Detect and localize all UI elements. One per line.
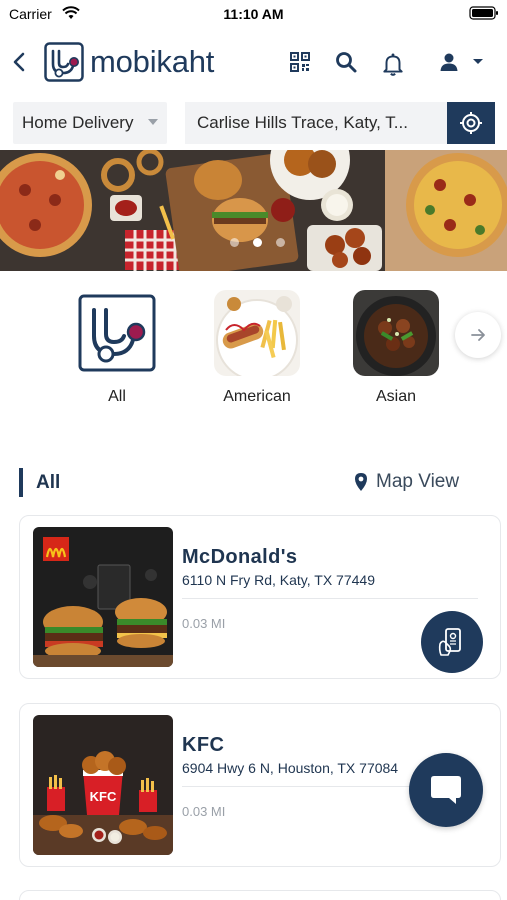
- chat-bubble-icon: [431, 776, 461, 804]
- chat-button[interactable]: [409, 753, 483, 827]
- status-time: 11:10 AM: [223, 6, 284, 22]
- user-icon[interactable]: [437, 50, 461, 74]
- divider: [182, 598, 478, 599]
- selector-row: Home Delivery Carlise Hills Trace, Katy,…: [0, 102, 507, 144]
- banner-dot[interactable]: [230, 238, 239, 247]
- bell-icon[interactable]: [380, 51, 406, 77]
- arrow-right-icon: [471, 329, 485, 341]
- american-food-image: [214, 290, 300, 376]
- section-title: All: [36, 472, 61, 493]
- restaurant-distance: 0.03 MI: [182, 804, 226, 819]
- logo-text: mobikaht: [90, 44, 215, 79]
- category-label: All: [108, 388, 126, 405]
- category-label: Asian: [375, 388, 417, 405]
- category-thumb: [214, 290, 300, 376]
- restaurant-address: 6904 Hwy 6 N, Houston, TX 77084: [182, 760, 399, 776]
- category-asian[interactable]: Asian: [351, 290, 441, 406]
- address-field[interactable]: Carlise Hills Trace, Katy, T...: [185, 102, 447, 144]
- category-thumb: [353, 290, 439, 376]
- banner-dot-active[interactable]: [253, 238, 262, 247]
- restaurant-address: 6110 N Fry Rd, Katy, TX 77449: [182, 572, 375, 588]
- map-view-label: Map View: [376, 471, 460, 492]
- logo-mark-icon: [44, 42, 84, 82]
- brand-logo[interactable]: mobikaht: [44, 42, 214, 82]
- mobile-order-button[interactable]: [421, 611, 483, 673]
- restaurant-name: McDonald's: [182, 546, 298, 568]
- qr-code-icon[interactable]: [288, 50, 312, 74]
- map-pin-icon: [355, 473, 367, 491]
- mcdonalds-food-image: [33, 527, 173, 667]
- battery-icon: [469, 6, 498, 20]
- crosshair-icon: [460, 112, 482, 134]
- caret-down-icon: [148, 119, 158, 125]
- restaurant-name: KFC: [182, 734, 225, 756]
- search-icon[interactable]: [334, 50, 358, 74]
- chevron-down-icon[interactable]: [469, 52, 487, 70]
- category-american[interactable]: American: [212, 290, 302, 406]
- promo-banner[interactable]: [0, 150, 507, 271]
- logo-mark-icon: [78, 294, 156, 372]
- svg-text:KFC: KFC: [90, 789, 117, 804]
- top-nav: mobikaht: [0, 38, 507, 88]
- locate-button[interactable]: [447, 102, 495, 144]
- restaurant-image: [33, 527, 173, 667]
- category-carousel: All American Asian: [0, 290, 507, 420]
- asian-food-image: [353, 290, 439, 376]
- category-all[interactable]: All: [72, 290, 162, 406]
- kfc-food-image: KFC: [33, 715, 173, 855]
- restaurant-card-peek[interactable]: [19, 890, 501, 900]
- delivery-mode-value: Home Delivery: [22, 113, 134, 132]
- address-value: Carlise Hills Trace, Katy, T...: [197, 113, 408, 132]
- section-accent-bar: [19, 468, 23, 497]
- restaurant-image: KFC: [33, 715, 173, 855]
- section-header: All Map View: [0, 468, 507, 498]
- mobile-order-icon: [438, 628, 461, 656]
- restaurant-distance: 0.03 MI: [182, 616, 226, 631]
- back-icon[interactable]: [8, 50, 32, 74]
- banner-dot[interactable]: [276, 238, 285, 247]
- restaurant-card[interactable]: McDonald's 6110 N Fry Rd, Katy, TX 77449…: [19, 515, 501, 679]
- banner-pagination: [230, 238, 285, 247]
- food-banner-image: [0, 150, 507, 271]
- category-next-button[interactable]: [455, 312, 501, 358]
- status-bar: Carrier 11:10 AM: [0, 0, 507, 30]
- delivery-mode-select[interactable]: Home Delivery: [13, 102, 167, 144]
- map-view-link[interactable]: Map View: [353, 471, 459, 493]
- category-thumb: [74, 290, 160, 376]
- category-label: American: [223, 388, 291, 405]
